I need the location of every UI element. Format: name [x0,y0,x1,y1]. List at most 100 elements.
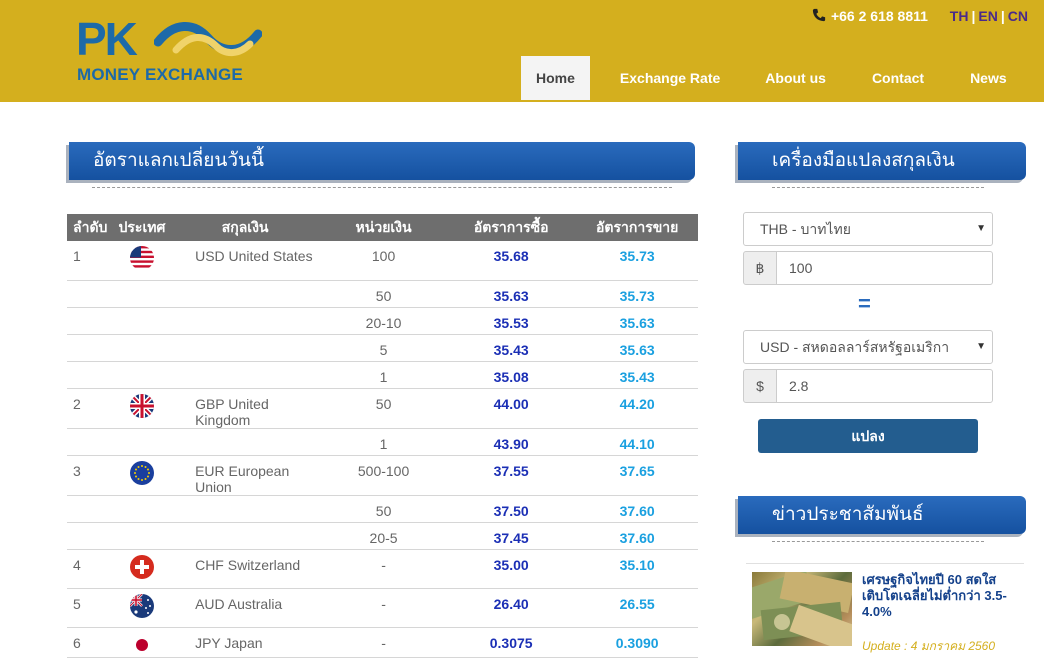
table-row: 50 35.63 35.73 [67,280,698,308]
cell-no [67,361,115,389]
news-date: Update : 4 มกราคม 2560 [862,639,996,653]
rates-table: ลำดับ ประเทศ สกุลเงิน หน่วยเงิน อัตราการ… [67,214,698,658]
cell-sell-rate: 35.43 [576,361,698,389]
cell-unit: 50 [321,280,447,308]
col-header-buy: อัตราการซื้อ [446,214,577,241]
col-header-no: ลำดับ [67,214,115,241]
phone-icon [812,8,826,22]
nav-home[interactable]: Home [521,56,590,100]
cell-unit: 50 [321,388,447,429]
logo-wave-icon [154,22,262,56]
cell-no [67,522,115,550]
cell-currency: CHF Switzerland [169,549,322,589]
lang-separator: | [971,8,976,24]
divider [772,187,984,188]
cell-unit: 100 [321,241,447,281]
table-row: 6 JPY Japan -0.3075 0.3090 [67,627,698,658]
nav-exchange-rate[interactable]: Exchange Rate [605,56,735,100]
to-amount-input[interactable]: 2.8 [776,369,993,403]
lang-en[interactable]: EN [978,8,997,24]
table-row: 20-10 35.53 35.63 [67,307,698,335]
table-row: 2 GBP United Kingdom 50 44.00 44.20 [67,388,698,429]
nav-about-us[interactable]: About us [750,56,841,100]
cell-no: 6 [67,627,115,658]
cell-buy-rate: 37.55 [446,455,577,496]
cell-no [67,334,115,362]
phone-link[interactable]: +66 2 618 8811 [812,8,932,24]
cell-buy-rate: 35.08 [446,361,577,389]
nav-contact[interactable]: Contact [857,56,939,100]
cell-flag [114,388,170,429]
logo-name: MONEY EXCHANGE [77,65,243,84]
from-amount-input[interactable]: 100 [776,251,993,285]
lang-cn[interactable]: CN [1008,8,1028,24]
cell-flag [114,428,170,456]
cell-flag [114,588,170,628]
table-row: 50 37.50 37.60 [67,495,698,523]
table-row: 1 USD United States 100 35.68 35.73 [67,241,698,281]
cell-sell-rate: 0.3090 [576,627,698,658]
col-header-unit: หน่วยเงิน [321,214,447,241]
cell-sell-rate: 37.65 [576,455,698,496]
news-title-link[interactable]: เศรษฐกิจไทยปี 60 สดใส เติบโตเฉลี่ยไม่ต่ำ… [862,572,1022,620]
cell-flag [114,455,170,496]
col-header-country: ประเทศ [114,214,170,241]
cell-sell-rate: 35.73 [576,280,698,308]
cell-flag [114,307,170,335]
cell-currency [169,522,322,550]
cell-currency: AUD Australia [169,588,322,628]
logo[interactable]: PK MONEY EXCHANGE [76,16,286,86]
cell-buy-rate: 35.00 [446,549,577,589]
from-currency-select[interactable]: THB - บาทไทย ▼ [743,212,993,246]
cell-no [67,428,115,456]
table-row: 5 AUD Australia -26.40 26.55 [67,588,698,628]
cell-flag [114,549,170,589]
dollar-symbol: $ [743,369,777,403]
from-currency-value: THB - บาทไทย [760,221,851,237]
news-thumbnail[interactable] [752,572,852,646]
divider [746,563,1024,564]
col-header-currency: สกุลเงิน [169,214,322,241]
jp-flag-icon [129,632,154,657]
cell-flag [114,361,170,389]
chevron-down-icon: ▼ [976,223,986,234]
cell-buy-rate: 37.50 [446,495,577,523]
cell-unit: 5 [321,334,447,362]
from-amount-group: ฿ 100 [743,251,993,285]
to-currency-select[interactable]: USD - สหดอลลาร์สหรัฐอเมริกา ▼ [743,330,993,364]
cell-flag [114,627,170,658]
cell-sell-rate: 37.60 [576,522,698,550]
cell-no: 3 [67,455,115,496]
cell-buy-rate: 35.43 [446,334,577,362]
convert-button[interactable]: แปลง [758,419,978,453]
equals-sign: = [858,291,871,316]
cell-sell-rate: 44.10 [576,428,698,456]
ch-flag-icon [129,554,154,579]
cell-currency [169,334,322,362]
cell-unit: - [321,627,447,658]
lang-th[interactable]: TH [950,8,969,24]
au-flag-icon [129,593,154,618]
cell-buy-rate: 44.00 [446,388,577,429]
converter-heading: เครื่องมือแปลงสกุลเงิน [738,142,1026,180]
cell-currency [169,307,322,335]
cell-sell-rate: 26.55 [576,588,698,628]
cell-buy-rate: 43.90 [446,428,577,456]
cell-buy-rate: 37.45 [446,522,577,550]
cell-buy-rate: 26.40 [446,588,577,628]
to-currency-value: USD - สหดอลลาร์สหรัฐอเมริกา [760,339,950,355]
baht-symbol: ฿ [743,251,777,285]
nav-news[interactable]: News [955,56,1022,100]
cell-flag [114,241,170,281]
cell-buy-rate: 35.53 [446,307,577,335]
uk-flag-icon [129,393,154,418]
cell-no: 2 [67,388,115,429]
cell-no [67,495,115,523]
cell-no: 5 [67,588,115,628]
table-row: 5 35.43 35.63 [67,334,698,362]
site-header: PK MONEY EXCHANGE +66 2 618 8811 TH | EN | C… [0,0,1044,102]
table-header-row: ลำดับ ประเทศ สกุลเงิน หน่วยเงิน อัตราการ… [67,214,698,241]
cell-currency: EUR European Union [169,455,322,496]
table-row: 1 43.90 44.10 [67,428,698,456]
cell-unit: 50 [321,495,447,523]
